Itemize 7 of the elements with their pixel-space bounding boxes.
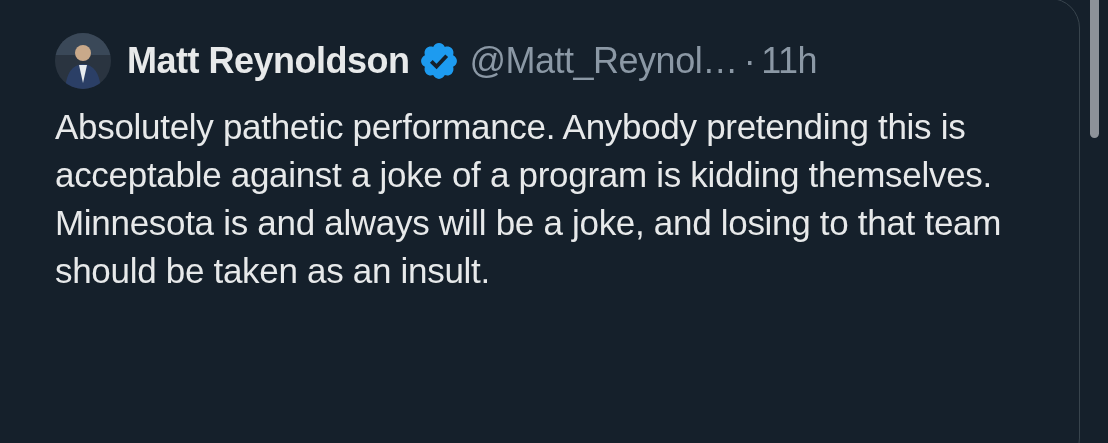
scrollbar-thumb[interactable]	[1090, 0, 1099, 138]
tweet-time[interactable]: 11h	[761, 40, 818, 82]
author-name[interactable]: Matt Reynoldson	[127, 40, 410, 82]
avatar[interactable]	[55, 33, 111, 89]
tweet-text: Absolutely pathetic performance. Anybody pretending this is acceptable against a joke of a program is kidding themselves. Minnesota is and always will be a joke, and losing to that team should be taken as an insult.	[55, 106, 1003, 292]
separator-dot: ·	[743, 40, 756, 82]
author-handle[interactable]: @Matt_Reynol…	[469, 40, 738, 82]
